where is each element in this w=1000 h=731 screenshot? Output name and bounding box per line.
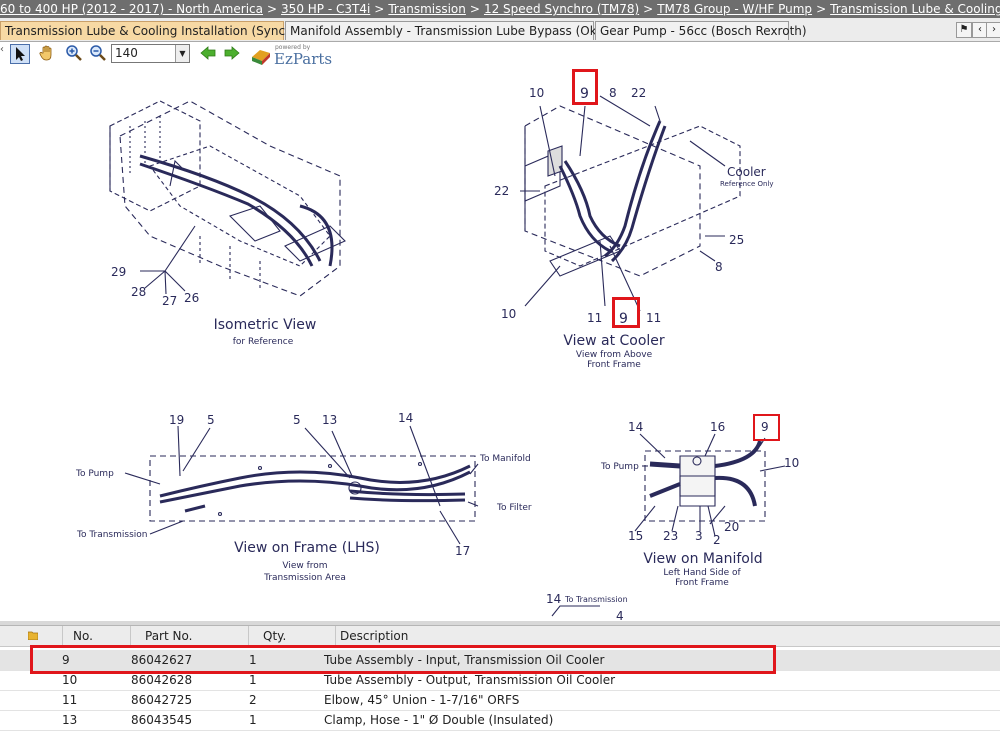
selected-row-highlight (30, 645, 776, 674)
callout-number[interactable]: 11 (587, 311, 602, 325)
cell-qty: 1 (249, 713, 257, 727)
folder-icon (0, 626, 63, 646)
hand-icon[interactable] (37, 44, 57, 64)
cell-description: Elbow, 45° Union - 1-7/16" ORFS (324, 693, 520, 707)
cell-part-no: 86043545 (131, 713, 193, 727)
tab-manifold-assembly[interactable]: Manifold Assembly - Transmission Lube By… (285, 21, 624, 40)
to-filter-label: To Filter (496, 503, 532, 513)
manifold-view-title: View on Manifold (643, 551, 762, 567)
breadcrumb-link[interactable]: 12 Speed Synchro (TM78) (484, 2, 639, 16)
cell-no: 11 (62, 693, 78, 707)
green-right-arrow-icon[interactable] (222, 44, 242, 64)
callout-9-highlight (572, 69, 598, 105)
callout-number[interactable]: 10 (501, 307, 516, 321)
callout-9-highlight (753, 414, 780, 441)
frame-view-subtitle-2: Transmission Area (263, 573, 346, 583)
cooler-label: Cooler (727, 165, 766, 179)
cell-description: Clamp, Hose - 1" Ø Double (Insulated) (324, 713, 554, 727)
callout-number[interactable]: 14 (398, 411, 413, 425)
manifold-view-subtitle-2: Front Frame (675, 578, 729, 588)
tab-gear-pump[interactable]: Gear Pump - 56cc (Bosch Rexroth) (595, 21, 807, 40)
cell-qty: 2 (249, 693, 257, 707)
to-manifold-label: To Manifold (479, 454, 531, 464)
callout-number[interactable]: 10 (784, 456, 799, 470)
callout-number[interactable]: 26 (184, 291, 199, 305)
cooler-view-subtitle-1: View from Above (576, 350, 653, 360)
callout-number[interactable]: 20 (724, 520, 739, 534)
parts-diagram-drawing[interactable]: Isometric View for Reference View at Coo… (0, 66, 1000, 622)
breadcrumb-link[interactable]: TM78 Group - W/HF Pump (657, 2, 812, 16)
zoom-level-value: 140 (115, 46, 138, 60)
to-transmission-label-2: To Transmission (564, 595, 628, 604)
column-header-description[interactable]: Description (336, 626, 1000, 646)
frame-view-drawing (124, 425, 479, 545)
isometric-view-title: Isometric View (214, 317, 317, 333)
zoom-level-select[interactable]: 140 ▼ (111, 44, 190, 63)
callout-number[interactable]: 28 (131, 285, 146, 299)
callout-number[interactable]: 25 (729, 233, 744, 247)
breadcrumb-link[interactable]: 60 to 400 HP (2012 - 2017) - North Ameri… (0, 2, 263, 16)
reference-only-label: Reference Only (720, 180, 774, 188)
frame-view-title: View on Frame (LHS) (234, 540, 380, 556)
breadcrumb: 60 to 400 HP (2012 - 2017) - North Ameri… (0, 0, 1000, 18)
isometric-view-drawing (109, 100, 346, 297)
column-header-part-no[interactable]: Part No. (131, 626, 249, 646)
callout-number[interactable]: 19 (169, 413, 184, 427)
callout-number[interactable]: 27 (162, 294, 177, 308)
parts-diagram[interactable]: Isometric View for Reference View at Coo… (0, 66, 1000, 622)
callout-9-highlight (612, 297, 640, 328)
callout-number[interactable]: 11 (646, 311, 661, 325)
breadcrumb-link[interactable]: Transmission (388, 2, 466, 16)
callout-number[interactable]: 15 (628, 529, 643, 543)
callout-number[interactable]: 16 (710, 420, 725, 434)
callout-number[interactable]: 14 (546, 592, 561, 606)
toolbar-grip-icon: ‹ (0, 44, 4, 55)
isometric-view-subtitle: for Reference (233, 337, 294, 347)
cooler-view-subtitle-2: Front Frame (587, 360, 641, 370)
table-row[interactable]: 13 86043545 1 Clamp, Hose - 1" Ø Double … (0, 710, 1000, 731)
breadcrumb-link[interactable]: 350 HP - C3T4i (281, 2, 370, 16)
to-pump-label-2: To Pump (600, 462, 639, 472)
cooler-view-title: View at Cooler (563, 333, 665, 349)
chevron-down-icon[interactable]: ▼ (175, 45, 189, 62)
column-header-qty[interactable]: Qty. (249, 626, 336, 646)
zoom-out-icon[interactable] (88, 44, 108, 64)
callout-number[interactable]: 5 (293, 413, 301, 427)
callout-number[interactable]: 2 (713, 533, 721, 547)
callout-number[interactable]: 5 (207, 413, 215, 427)
cooler-view-drawing (520, 95, 741, 312)
frame-view-subtitle-1: View from (282, 561, 327, 571)
breadcrumb-link[interactable]: Transmission Lube & Cooling Installation… (830, 2, 1000, 16)
callout-number[interactable]: 22 (494, 184, 509, 198)
callout-number[interactable]: 14 (628, 420, 643, 434)
to-transmission-label: To Transmission (76, 530, 147, 540)
cell-part-no: 86042725 (131, 693, 193, 707)
callout-number[interactable]: 8 (715, 260, 723, 274)
zoom-in-icon[interactable] (64, 44, 84, 64)
callout-number[interactable]: 22 (631, 86, 646, 100)
green-left-arrow-icon[interactable] (198, 44, 218, 64)
manifold-view-drawing (634, 433, 786, 537)
tab-scroll-right-icon[interactable]: › (986, 22, 1000, 38)
callout-number[interactable]: 10 (529, 86, 544, 100)
pin-icon[interactable]: ⚑ (956, 22, 972, 38)
ezparts-logo-icon: powered by EzParts (250, 44, 340, 68)
callout-number[interactable]: 17 (455, 544, 470, 558)
table-row[interactable]: 11 86042725 2 Elbow, 45° Union - 1-7/16"… (0, 690, 1000, 711)
callout-number[interactable]: 13 (322, 413, 337, 427)
arrow-pointer-icon[interactable] (10, 44, 30, 64)
callout-number[interactable]: 29 (111, 265, 126, 279)
callout-number[interactable]: 23 (663, 529, 678, 543)
manifold-view-subtitle-1: Left Hand Side of (663, 568, 741, 578)
tab-transmission-lube[interactable]: Transmission Lube & Cooling Installation… (0, 21, 309, 40)
callout-number[interactable]: 3 (695, 529, 703, 543)
callout-number[interactable]: 8 (609, 86, 617, 100)
to-pump-label: To Pump (75, 469, 114, 479)
parts-table-header: No. Part No. Qty. Description (0, 625, 1000, 647)
cell-no: 13 (62, 713, 78, 727)
tab-strip: Transmission Lube & Cooling Installation… (0, 18, 1000, 42)
column-header-no[interactable]: No. (63, 626, 131, 646)
